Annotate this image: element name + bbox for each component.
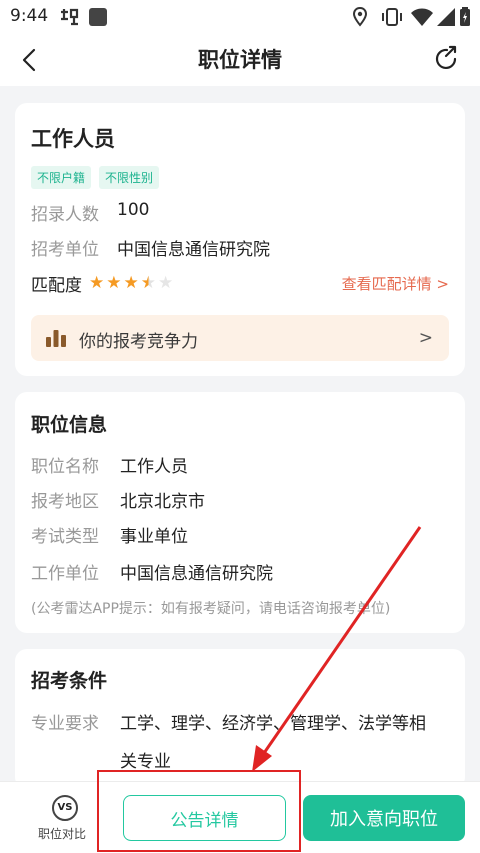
section-title-position-info: 职位信息	[31, 414, 108, 436]
recruit-unit-value: 中国信息通信研究院	[117, 240, 270, 260]
work-unit-value: 中国信息通信研究院	[120, 564, 273, 584]
location-icon	[352, 7, 368, 27]
position-name-label: 职位名称	[31, 457, 99, 477]
header-bar: 职位详情	[0, 34, 480, 86]
add-intended-position-button[interactable]: 加入意向职位	[303, 795, 465, 841]
tag-hukou: 不限户籍	[31, 166, 92, 189]
region-label: 报考地区	[31, 492, 99, 512]
annotation-highlight-box	[97, 770, 301, 852]
compare-label[interactable]: 职位对比	[38, 825, 86, 842]
consult-tip: (公考雷达APP提示：如有报考疑问，请电话咨询报考单位)	[31, 601, 391, 617]
wifi-icon	[411, 8, 433, 26]
recruit-count-value: 100	[117, 200, 150, 220]
major-value-line2: 关专业	[120, 752, 171, 772]
match-stars: ★ ★ ★ ★ ★	[89, 273, 173, 293]
position-name-value: 工作人员	[120, 457, 188, 477]
star-empty-icon: ★	[158, 273, 174, 293]
chevron-right-icon: >	[418, 328, 433, 348]
recruit-count-label: 招录人数	[31, 205, 99, 225]
status-bar: 9:44	[0, 0, 480, 34]
tag-gender: 不限性别	[99, 166, 160, 189]
conditions-card: 招考条件 专业要求 工学、理学、经济学、管理学、法学等相 关专业	[15, 649, 465, 789]
app-icon	[89, 8, 107, 26]
bar-chart-icon	[46, 330, 66, 347]
tag-list: 不限户籍 不限性别	[31, 166, 160, 189]
star-half-icon: ★	[140, 273, 156, 293]
exam-type-value: 事业单位	[120, 527, 188, 547]
competitiveness-label: 你的报考竞争力	[79, 332, 198, 352]
major-value-line1: 工学、理学、经济学、管理学、法学等相	[120, 714, 426, 734]
recruit-unit-label: 招考单位	[31, 240, 99, 260]
star-icon: ★	[123, 273, 139, 293]
work-unit-label: 工作单位	[31, 564, 99, 584]
job-title: 工作人员	[31, 127, 115, 151]
battery-icon	[460, 7, 470, 26]
notification-icon	[61, 8, 79, 26]
star-icon: ★	[89, 273, 105, 293]
star-icon: ★	[106, 273, 122, 293]
status-time: 9:44	[10, 6, 49, 26]
page-title: 职位详情	[198, 48, 282, 72]
competitiveness-button[interactable]: 你的报考竞争力 >	[31, 315, 449, 361]
signal-icon	[437, 8, 455, 26]
exam-type-label: 考试类型	[31, 527, 99, 547]
match-detail-link[interactable]: 查看匹配详情 >	[342, 273, 449, 294]
compare-icon[interactable]: VS	[52, 795, 78, 821]
share-icon[interactable]	[432, 44, 462, 74]
match-label: 匹配度	[31, 276, 82, 296]
vibrate-icon	[382, 8, 402, 26]
job-summary-card: 工作人员 不限户籍 不限性别 招录人数 100 招考单位 中国信息通信研究院 匹…	[15, 103, 465, 376]
major-label: 专业要求	[31, 714, 99, 734]
section-title-conditions: 招考条件	[31, 670, 108, 692]
position-info-card: 职位信息 职位名称 工作人员 报考地区 北京北京市 考试类型 事业单位 工作单位…	[15, 392, 465, 633]
region-value: 北京北京市	[120, 492, 205, 512]
